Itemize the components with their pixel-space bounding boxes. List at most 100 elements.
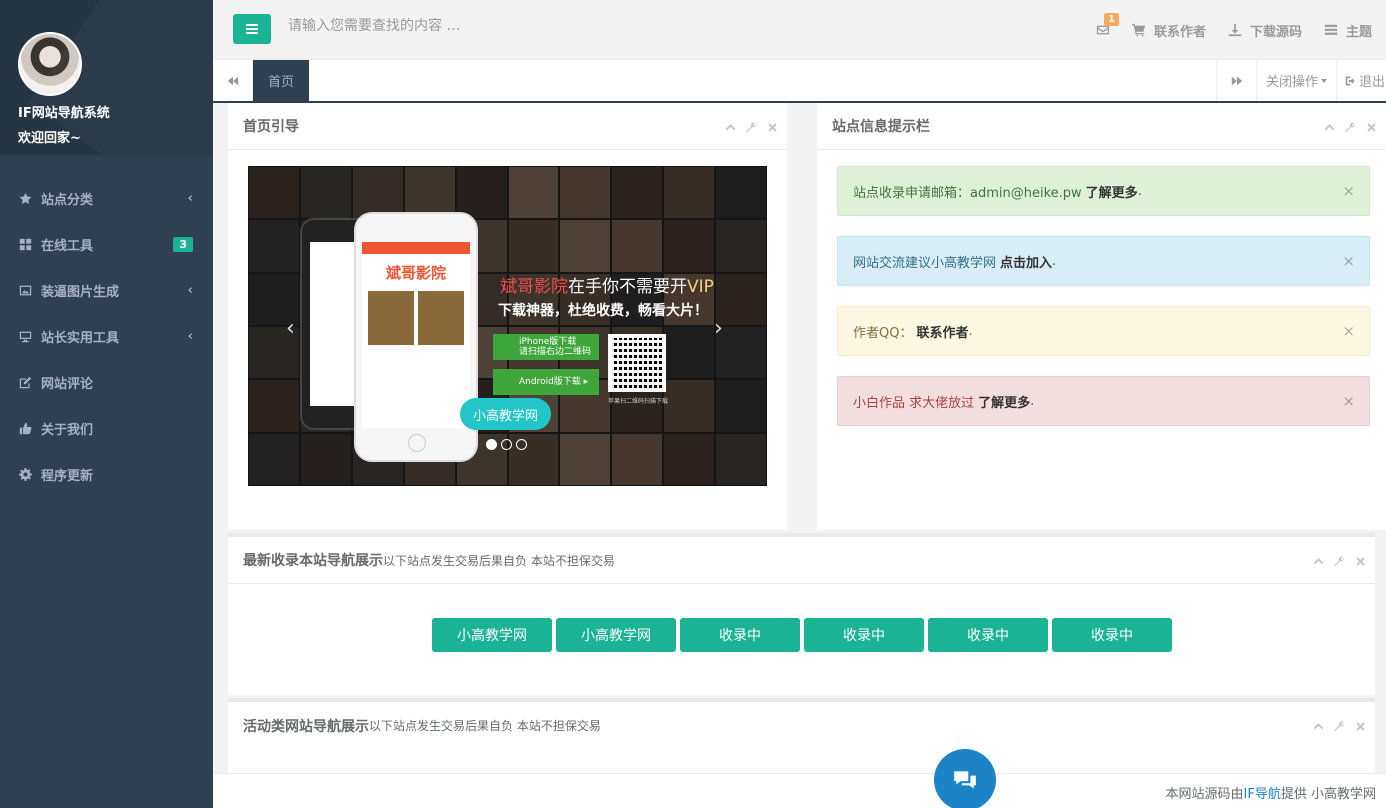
collapse-icon[interactable] (723, 120, 737, 134)
alert-close-button[interactable]: × (1342, 392, 1355, 410)
sidebar-item-program-updates[interactable]: 程序更新 (0, 451, 213, 497)
poster-tile (663, 379, 716, 433)
sidebar-item-site-categories[interactable]: 站点分类 ‹ (0, 175, 213, 221)
poster-tile (611, 432, 664, 486)
footer-link[interactable]: IF导航 (1244, 787, 1281, 802)
alert-close-button[interactable]: × (1342, 252, 1355, 270)
poster-tile (715, 219, 767, 273)
main-content: 首页引导 斌哥影院 斌哥影院在手你不需要开VIP 下载神器，杜绝收费，畅看大片！… (213, 103, 1386, 808)
alert-link[interactable]: 点击加入 (1000, 252, 1052, 271)
sidebar-item-about-us[interactable]: 关于我们 (0, 405, 213, 451)
sidebar-item-image-generator[interactable]: 装逼图片生成 ‹ (0, 267, 213, 313)
wrench-icon[interactable] (1343, 120, 1357, 134)
backward-icon (227, 76, 238, 85)
gear-icon (18, 467, 32, 481)
contact-author-button[interactable]: 联系作者 (1131, 21, 1206, 40)
collapse-icon[interactable] (1311, 719, 1325, 733)
alert-close-button[interactable]: × (1342, 322, 1355, 340)
site-button[interactable]: 小高教学网 (556, 618, 676, 652)
chevron-left-icon: ‹ (187, 282, 193, 298)
poster-tile (248, 219, 300, 273)
carousel-prev-button[interactable]: ‹ (286, 316, 295, 341)
sign-out-icon (1345, 76, 1355, 85)
site-name: IF网站导航系统 (18, 106, 110, 121)
poster-tile (715, 166, 767, 220)
close-icon[interactable] (1353, 554, 1367, 568)
poster-tile (248, 166, 300, 220)
alert-close-button[interactable]: × (1342, 182, 1355, 200)
site-button[interactable]: 小高教学网 (432, 618, 552, 652)
top-right-actions: 1 联系作者 下载源码 主题 (1096, 0, 1372, 60)
poster-tile (559, 432, 612, 486)
collapse-icon[interactable] (1311, 554, 1325, 568)
poster-tile (715, 325, 767, 380)
top-navbar: 1 联系作者 下载源码 主题 (213, 0, 1386, 60)
promo-subline: 下载神器，杜绝收费，畅看大片！ (498, 303, 708, 319)
close-icon[interactable] (1353, 719, 1367, 733)
search-input[interactable] (288, 18, 688, 34)
carousel-dot[interactable] (486, 439, 497, 450)
tab-scroll-left-button[interactable] (213, 60, 253, 101)
exit-button[interactable]: 退出 (1336, 60, 1386, 101)
close-operations-dropdown[interactable]: 关闭操作 (1256, 60, 1336, 101)
sidebar: IF网站导航系统 欢迎回家~ 站点分类 ‹ 在线工具 3 装逼图片生成 ‹ 站长… (0, 0, 213, 808)
panel-title: 站点信息提示栏 (817, 103, 1386, 150)
panel-title: 最新收录本站导航展示 以下站点发生交易后果自负 本站不担保交易 (228, 537, 1375, 584)
wrench-icon[interactable] (1332, 554, 1346, 568)
carousel-next-button[interactable]: › (714, 316, 723, 341)
grid-icon (18, 237, 32, 251)
close-icon[interactable] (1364, 120, 1378, 134)
panel-title-text: 活动类网站导航展示 (243, 718, 369, 735)
theme-button[interactable]: 主题 (1324, 21, 1372, 40)
panel-title-text: 首页引导 (243, 119, 299, 135)
cart-icon (1131, 23, 1146, 37)
sidebar-item-site-comments[interactable]: 网站评论 (0, 359, 213, 405)
alert-link[interactable]: 了解更多 (1086, 182, 1138, 201)
site-button[interactable]: 收录中 (1052, 618, 1172, 652)
iphone-download-graphic: iPhone版下载 请扫描右边二维码 (493, 334, 599, 360)
guide-panel: 首页引导 斌哥影院 斌哥影院在手你不需要开VIP 下载神器，杜绝收费，畅看大片！… (228, 103, 787, 530)
poster-tile (715, 432, 767, 486)
message-count-badge: 1 (1103, 13, 1119, 26)
site-button[interactable]: 收录中 (804, 618, 924, 652)
desktop-icon (18, 329, 32, 343)
carousel[interactable]: 斌哥影院 斌哥影院在手你不需要开VIP 下载神器，杜绝收费，畅看大片！ iPho… (248, 166, 767, 486)
carousel-dot[interactable] (501, 439, 512, 450)
alert-link[interactable]: 联系作者 (916, 322, 968, 341)
sidebar-item-label: 程序更新 (41, 468, 94, 484)
wrench-icon[interactable] (744, 120, 758, 134)
collapse-icon[interactable] (1322, 120, 1336, 134)
app-brand-text: 斌哥影院 (385, 264, 446, 282)
messages-button[interactable]: 1 (1096, 13, 1119, 37)
chat-button[interactable] (934, 749, 996, 808)
poster-tile (507, 166, 560, 220)
download-source-button[interactable]: 下载源码 (1228, 21, 1302, 40)
tab-home[interactable]: 首页 (253, 60, 309, 101)
poster-tile (248, 432, 300, 486)
tab-scroll-right-button[interactable] (1216, 60, 1256, 101)
menu-toggle-button[interactable] (233, 14, 271, 44)
download-icon (1228, 23, 1242, 37)
carousel-dot[interactable] (516, 439, 527, 450)
wrench-icon[interactable] (1332, 719, 1346, 733)
sidebar-item-webmaster-tools[interactable]: 站长实用工具 ‹ (0, 313, 213, 359)
sidebar-item-online-tools[interactable]: 在线工具 3 (0, 221, 213, 267)
thumbs-up-icon (18, 421, 32, 435)
site-button[interactable]: 收录中 (928, 618, 1048, 652)
close-icon[interactable] (765, 120, 779, 134)
carousel-indicators (486, 439, 531, 450)
site-button[interactable]: 收录中 (680, 618, 800, 652)
avatar[interactable] (18, 32, 82, 96)
site-buttons: 小高教学网 小高教学网 收录中 收录中 收录中 收录中 (432, 618, 1176, 652)
alert-text: 站点收录申请邮箱：admin@heike.pw (853, 185, 1082, 201)
exit-label: 退出 (1359, 75, 1386, 90)
footer-text: 本网站源码由IF导航提供 小高教学网 (1165, 787, 1376, 802)
sidebar-item-label: 站点分类 (41, 192, 94, 208)
poster-tile (715, 272, 767, 326)
poster-tile (663, 219, 716, 273)
chevron-left-icon: ‹ (187, 190, 193, 206)
alert-text: 小白作品 求大佬放过 (853, 395, 975, 411)
alert-link[interactable]: 了解更多 (978, 392, 1030, 411)
panel-title: 首页引导 (228, 103, 787, 150)
alert-text: 网站交流建议小高教学网 (853, 255, 997, 271)
